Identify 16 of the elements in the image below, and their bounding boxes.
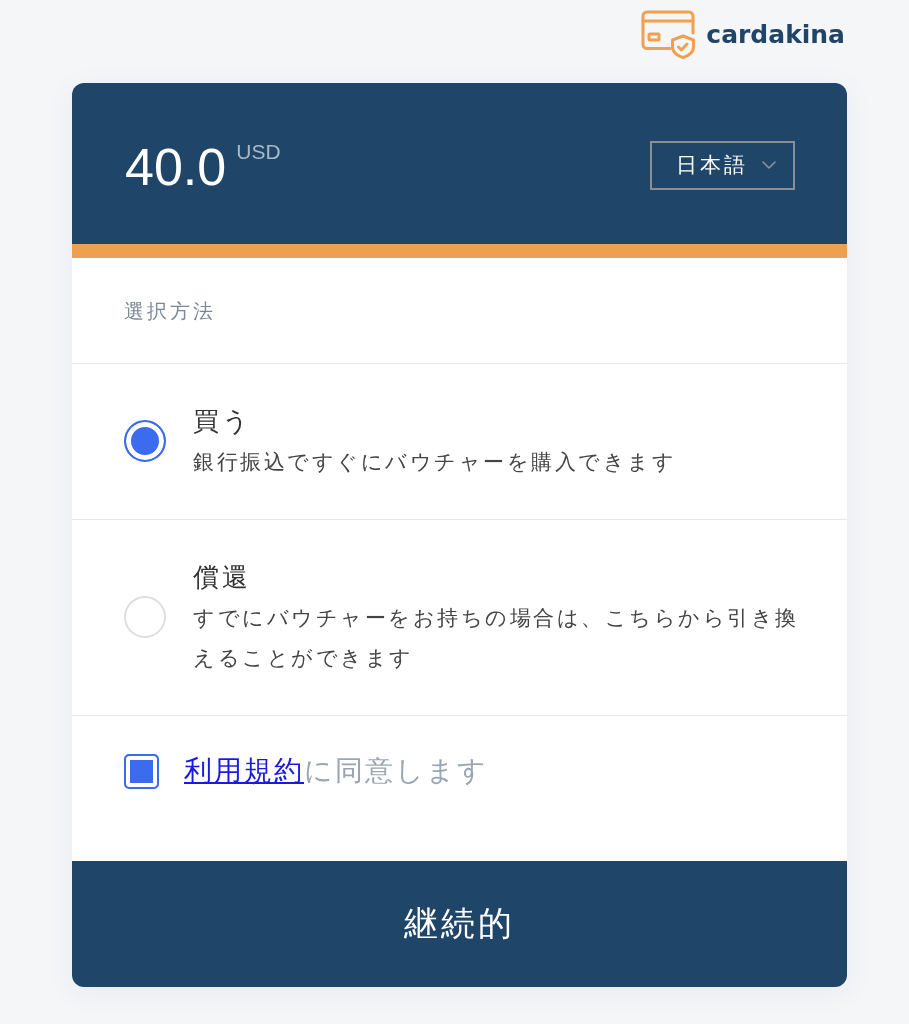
option-title: 償還 [193,561,252,594]
credit-card-shield-icon [641,10,698,59]
language-select[interactable]: 日本語 [650,140,795,190]
radio-button[interactable] [124,420,166,462]
amount-value: 40.0 [125,138,227,195]
checkbox[interactable] [124,754,159,789]
logo-text: cardakina [706,18,845,51]
terms-text: 利用規約 に同意します [184,753,488,789]
option-description: 銀行振込ですぐにバウチャーを購入できます [193,449,677,476]
section-label: 選択方法 [124,297,216,325]
chevron-down-icon [761,161,776,169]
option-description: すでにバウチャーをお持ちの場合は、こちらから引き換えることができます [193,605,800,672]
terms-link[interactable]: 利用規約 [184,754,304,787]
currency-label: USD [236,138,281,165]
option-title: 買う [193,405,253,438]
continue-button[interactable]: 継続的 [72,861,847,987]
